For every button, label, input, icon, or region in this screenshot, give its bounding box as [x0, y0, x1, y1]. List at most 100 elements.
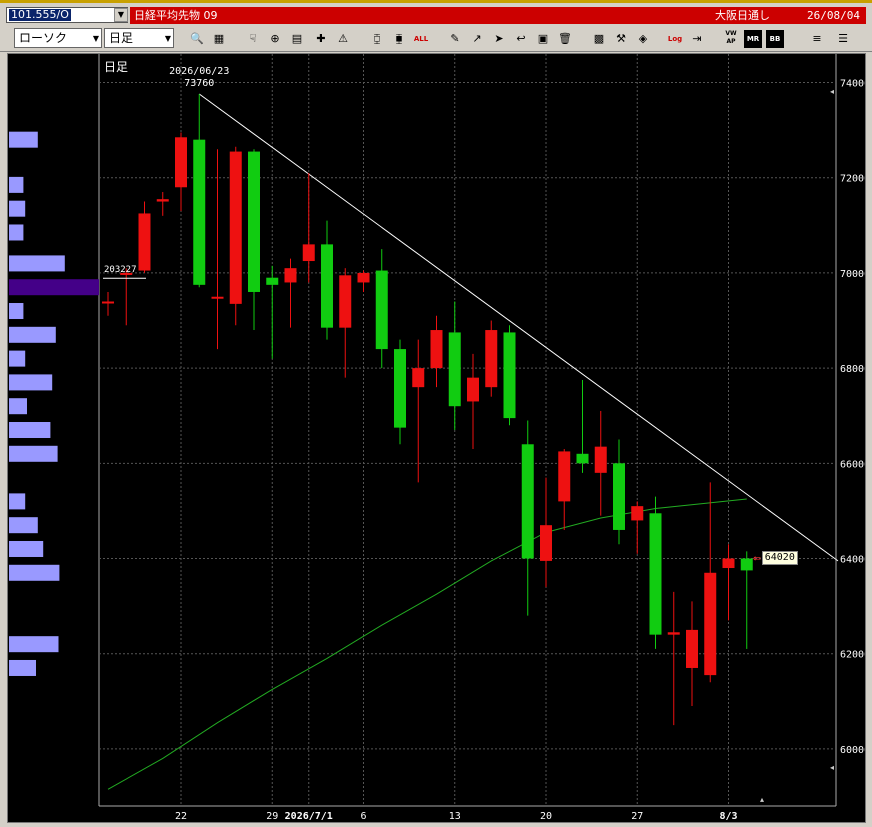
color-icon[interactable]: ◈	[634, 30, 652, 48]
x-tick-label: 20	[540, 811, 552, 822]
bb-button[interactable]: BB	[766, 30, 784, 48]
warning-icon[interactable]: ⚠	[334, 30, 352, 48]
volume-profile-bar	[9, 200, 26, 217]
volume-profile-bar	[9, 659, 36, 676]
x-tick-label: 2026/7/1	[285, 811, 333, 822]
y-tick-label: 74000	[840, 79, 865, 90]
x-tick-label: 6	[360, 811, 366, 822]
candle-body	[631, 506, 644, 521]
y-tick-label: 68000	[840, 364, 865, 375]
menu-icon[interactable]: ≡	[808, 30, 826, 48]
undo-icon[interactable]: ↩	[512, 30, 530, 48]
hand-down-icon[interactable]: ☟	[244, 30, 262, 48]
candle-compare-icon[interactable]: ⧮	[368, 30, 386, 48]
candle-body	[375, 270, 388, 350]
candle-body	[229, 151, 242, 304]
price-chart[interactable]: 60000 62000 64000 66000 68000 70000 72000 74000…	[8, 54, 865, 822]
wrench-icon[interactable]: ⚒	[612, 30, 630, 48]
alert-icon[interactable]: ✚	[312, 30, 330, 48]
scroll-down-icon: ◂	[830, 763, 834, 772]
candle-body	[193, 139, 206, 285]
vwap-button[interactable]: VW AP	[722, 30, 740, 48]
cursor-icon[interactable]: ➤	[490, 30, 508, 48]
candle-body	[102, 301, 114, 304]
volume-profile-bar	[9, 374, 53, 391]
candle-body	[740, 558, 753, 571]
candle-body	[521, 444, 534, 559]
instrument-name: 日経平均先物 09	[134, 9, 218, 22]
volume-profile-bar	[9, 540, 44, 557]
volume-profile-bar	[9, 176, 24, 193]
zoom-icon[interactable]: ⊕	[266, 30, 284, 48]
x-tick-label: 27	[631, 811, 643, 822]
calendar-icon[interactable]: ▤	[288, 30, 306, 48]
candle-range-icon[interactable]: ⧯	[390, 30, 408, 48]
session-label: 大阪日通し	[715, 9, 770, 22]
candle-body	[667, 632, 680, 635]
chevron-down-icon: ▼	[164, 34, 171, 43]
title-bar: 101.555/O ▼ 日経平均先物 09 大阪日通し 26/08/04	[0, 0, 872, 26]
candle-body	[248, 151, 260, 292]
all-button[interactable]: ALL	[412, 30, 430, 48]
candle-body	[284, 268, 297, 283]
scroll-right-icon: ▴	[760, 795, 764, 804]
volume-profile-bar	[9, 445, 58, 462]
period-value: 日足	[109, 31, 134, 45]
candle-body	[156, 199, 169, 202]
peak-value-label: 73760	[184, 77, 215, 89]
volume-profile-bar	[9, 422, 51, 438]
volume-profile-bar	[9, 255, 65, 272]
candle-body	[138, 213, 151, 271]
peak-date-label: 2026/06/23	[169, 65, 230, 77]
pattern-icon[interactable]: ▩	[590, 30, 608, 48]
y-tick-label: 72000	[840, 174, 865, 185]
draw-line-icon[interactable]: ↗	[468, 30, 486, 48]
symbol-code: 101.555/O	[9, 8, 71, 21]
candle-body	[704, 572, 717, 676]
trendline	[198, 93, 839, 562]
settings-icon[interactable]: ☰	[834, 30, 852, 48]
pencil-icon[interactable]: ✎	[446, 30, 464, 48]
period-select[interactable]: 日足 ▼	[104, 28, 174, 48]
candle-body	[357, 272, 370, 283]
chevron-down-icon: ▼	[92, 34, 99, 43]
candle-body	[485, 330, 498, 388]
magnifier-icon[interactable]: 🔍	[188, 30, 206, 48]
y-tick-label: 64000	[840, 555, 865, 566]
volume-profile-bar	[9, 398, 27, 415]
candle-body	[302, 244, 315, 262]
volume-profile-bar	[9, 350, 26, 367]
document-icon[interactable]: ▣	[534, 30, 552, 48]
trash-icon[interactable]: 🗑	[556, 30, 574, 48]
volume-profile-bar	[9, 224, 24, 241]
period-label: 日足	[104, 60, 129, 74]
candle-body	[576, 453, 589, 464]
volume-profile-bar	[9, 636, 59, 653]
log-button[interactable]: Log	[666, 30, 684, 48]
candle-body	[503, 332, 516, 419]
candle-body	[448, 332, 461, 407]
y-tick-label: 62000	[840, 650, 865, 661]
candle-body	[722, 558, 735, 569]
export-icon[interactable]: ⇥	[688, 30, 706, 48]
volume-profile-bar	[9, 493, 26, 510]
grid-icon[interactable]: ▦	[210, 30, 228, 48]
toolbar: ローソク ▼ 日足 ▼ 🔍 ▦ ☟ ⊕ ▤ ✚ ⚠ ⧮ ⧯ ALL ✎ ↗ ➤ …	[0, 26, 872, 52]
volume-profile-bar	[9, 279, 99, 296]
volume-profile-bar	[9, 517, 38, 534]
symbol-dropdown-button[interactable]: ▼	[114, 8, 128, 22]
chart-area[interactable]: 60000 62000 64000 66000 68000 70000 72000 74000…	[7, 53, 866, 823]
candle-body	[594, 446, 607, 473]
chart-style-select[interactable]: ローソク ▼	[14, 28, 102, 48]
symbol-input[interactable]: 101.555/O	[6, 7, 128, 23]
candle-body	[686, 629, 698, 668]
volume-profile-bar	[9, 564, 60, 581]
y-tick-label: 66000	[840, 459, 865, 470]
candle-body	[321, 244, 333, 328]
date-label: 26/08/04	[807, 9, 860, 22]
last-price-tag: 64020	[761, 550, 798, 565]
candle-body	[412, 368, 425, 388]
volume-profile-max-label: 203227	[104, 265, 137, 276]
mr-button[interactable]: MR	[744, 30, 762, 48]
volume-profile-bar	[9, 326, 56, 343]
